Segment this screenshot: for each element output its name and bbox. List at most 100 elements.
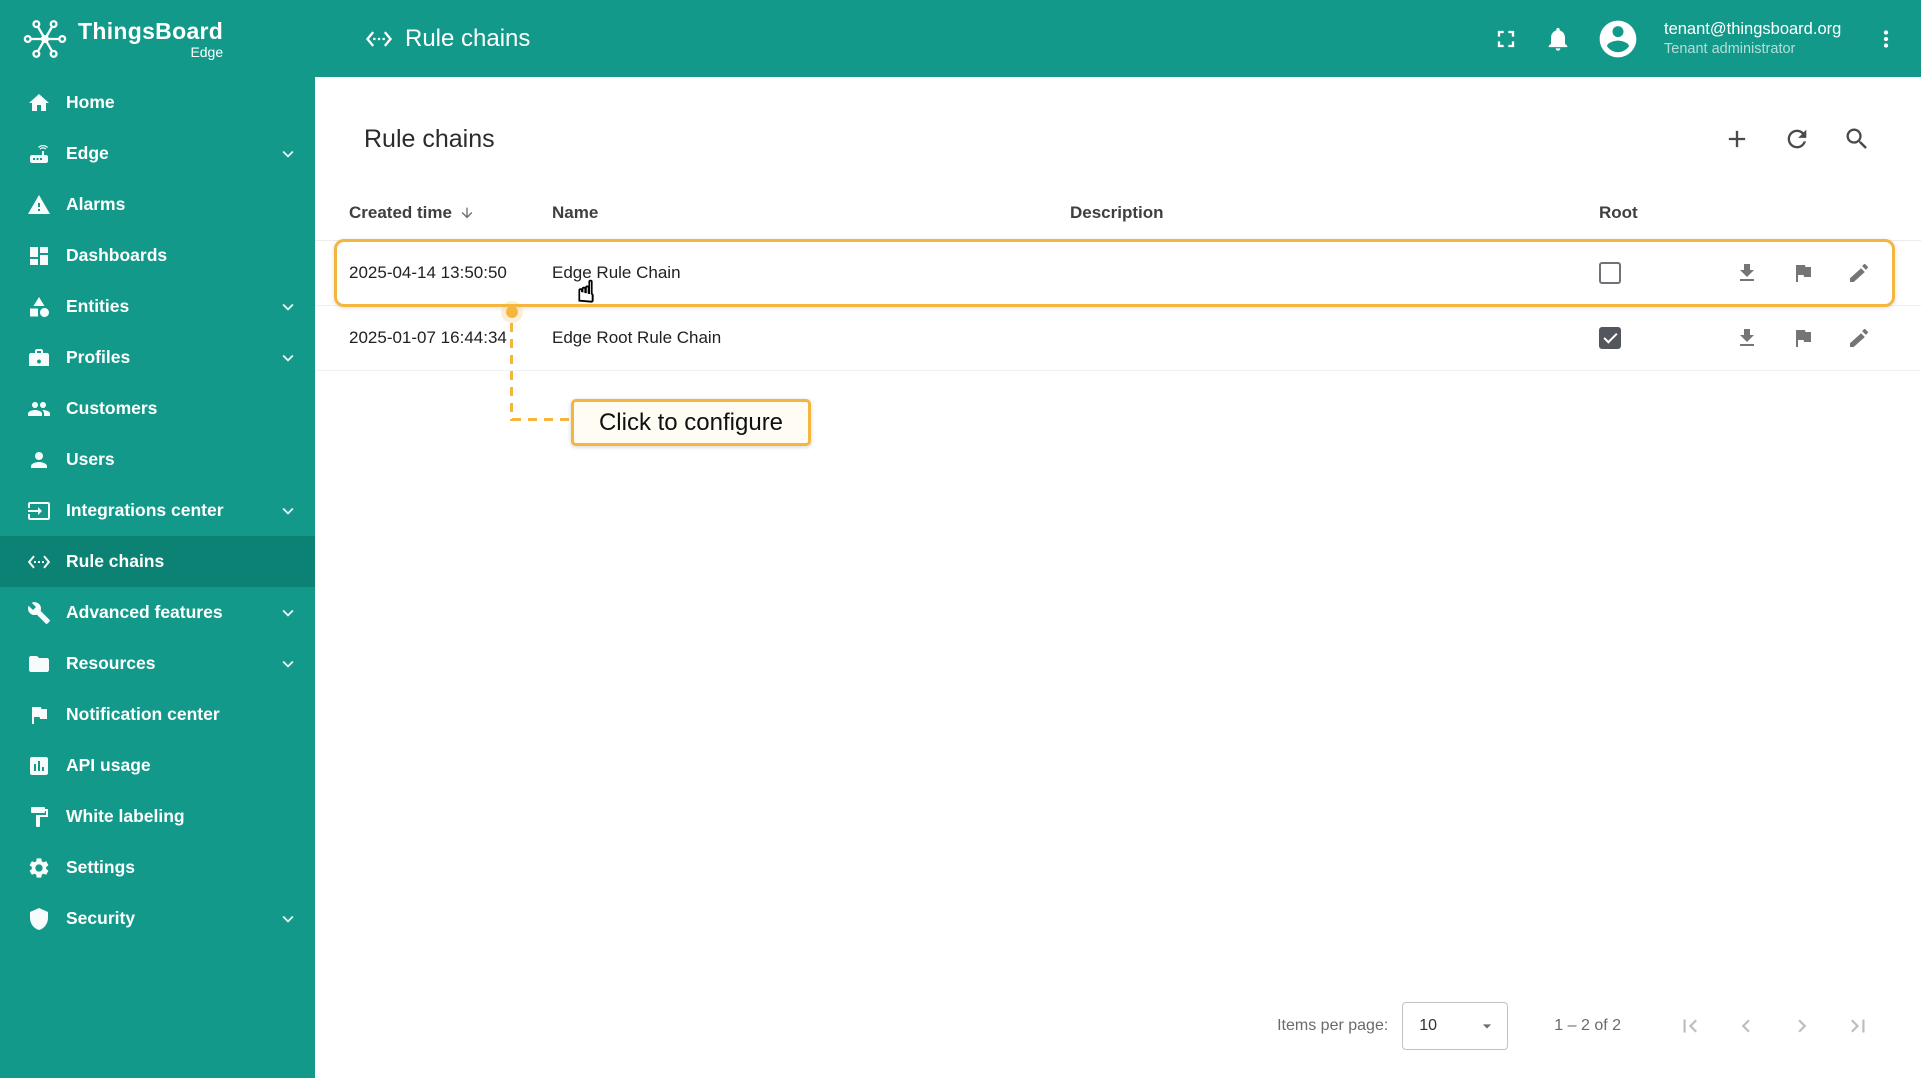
plus-icon bbox=[1723, 125, 1751, 153]
sidebar-item-users[interactable]: Users bbox=[0, 434, 315, 485]
thingsboard-logo-icon bbox=[22, 16, 68, 62]
sidebar-item-advanced-features[interactable]: Advanced features bbox=[0, 587, 315, 638]
sidebar-item-security[interactable]: Security bbox=[0, 893, 315, 944]
chevron-down-icon bbox=[277, 653, 299, 675]
chevron-left-icon bbox=[1733, 1013, 1759, 1039]
refresh-button[interactable] bbox=[1783, 125, 1811, 153]
column-label: Name bbox=[552, 202, 599, 222]
sidebar-item-label: White labeling bbox=[66, 806, 185, 826]
column-label: Description bbox=[1070, 202, 1164, 222]
first-page-icon bbox=[1677, 1013, 1703, 1039]
card-header: Rule chains bbox=[315, 115, 1921, 163]
last-page-icon bbox=[1845, 1013, 1871, 1039]
sidebar-item-dashboards[interactable]: Dashboards bbox=[0, 230, 315, 281]
next-page-button[interactable] bbox=[1789, 1013, 1815, 1039]
sidebar-item-label: Security bbox=[66, 908, 136, 928]
notifications-button[interactable] bbox=[1544, 25, 1572, 53]
chevron-down-icon bbox=[277, 500, 299, 522]
brand-text: ThingsBoard Edge bbox=[78, 18, 223, 60]
sidebar-item-home[interactable]: Home bbox=[0, 77, 315, 128]
sidebar-item-settings[interactable]: Settings bbox=[0, 842, 315, 893]
annotation-callout: Click to configure bbox=[571, 399, 811, 446]
customers-icon bbox=[27, 397, 51, 421]
set-root-button[interactable] bbox=[1791, 326, 1815, 350]
root-checkbox[interactable] bbox=[1599, 327, 1621, 349]
sidebar-item-label: API usage bbox=[66, 755, 151, 775]
alarms-icon bbox=[27, 193, 51, 217]
edit-pencil-icon bbox=[1847, 326, 1871, 350]
sidebar-item-alarms[interactable]: Alarms bbox=[0, 179, 315, 230]
sidebar-item-profiles[interactable]: Profiles bbox=[0, 332, 315, 383]
table-row-edge-rule-chain[interactable]: 2025-04-14 13:50:50 Edge Rule Chain bbox=[315, 239, 1921, 307]
sidebar-item-label: Advanced features bbox=[66, 602, 223, 622]
sidebar-item-rule-chains[interactable]: Rule chains bbox=[0, 536, 315, 587]
column-header-name[interactable]: Name bbox=[552, 203, 1070, 223]
download-icon bbox=[1735, 326, 1759, 350]
column-label: Root bbox=[1599, 202, 1638, 222]
column-header-root[interactable]: Root bbox=[1599, 203, 1725, 223]
white-labeling-icon bbox=[27, 805, 51, 829]
set-root-button[interactable] bbox=[1791, 261, 1815, 285]
rule-chains-table: Created time Name Description Root 2025-… bbox=[315, 185, 1921, 371]
edit-rule-chain-button[interactable] bbox=[1847, 326, 1871, 350]
refresh-icon bbox=[1783, 125, 1811, 153]
items-per-page-value: 10 bbox=[1419, 1017, 1438, 1034]
page-title-group: Rule chains bbox=[365, 25, 530, 53]
name-cell: Edge Rule Chain bbox=[552, 263, 681, 282]
add-rule-chain-button[interactable] bbox=[1723, 125, 1751, 153]
topbar-actions: tenant@thingsboard.org Tenant administra… bbox=[1492, 17, 1921, 61]
last-page-button[interactable] bbox=[1845, 1013, 1871, 1039]
edit-pencil-icon bbox=[1847, 261, 1871, 285]
search-button[interactable] bbox=[1843, 125, 1871, 153]
bell-icon bbox=[1544, 25, 1572, 53]
column-header-description[interactable]: Description bbox=[1070, 203, 1599, 223]
sidebar-item-label: Edge bbox=[66, 143, 109, 163]
sidebar-item-label: Profiles bbox=[66, 347, 131, 367]
flag-icon bbox=[1791, 261, 1815, 285]
column-label: Created time bbox=[349, 202, 452, 222]
resources-icon bbox=[27, 652, 51, 676]
sidebar-item-label: Settings bbox=[66, 857, 136, 877]
previous-page-button[interactable] bbox=[1733, 1013, 1759, 1039]
sidebar-item-label: Users bbox=[66, 449, 115, 469]
sidebar-item-label: Rule chains bbox=[66, 551, 165, 571]
main-content: Rule chains Created time Name Descriptio… bbox=[315, 77, 1921, 1078]
more-menu-button[interactable] bbox=[1873, 26, 1899, 52]
more-vert-icon bbox=[1873, 26, 1899, 52]
download-icon bbox=[1735, 261, 1759, 285]
dashboards-icon bbox=[27, 244, 51, 268]
sidebar-item-customers[interactable]: Customers bbox=[0, 383, 315, 434]
table-row-edge-root-rule-chain[interactable]: 2025-01-07 16:44:34 Edge Root Rule Chain bbox=[315, 306, 1921, 371]
sidebar-item-label: Integrations center bbox=[66, 500, 224, 520]
edge-icon bbox=[27, 142, 51, 166]
items-per-page-select[interactable]: 10 bbox=[1402, 1002, 1509, 1050]
sidebar-item-integrations-center[interactable]: Integrations center bbox=[0, 485, 315, 536]
sidebar-item-notification-center[interactable]: Notification center bbox=[0, 689, 315, 740]
sidebar-item-entities[interactable]: Entities bbox=[0, 281, 315, 332]
first-page-button[interactable] bbox=[1677, 1013, 1703, 1039]
entities-icon bbox=[27, 295, 51, 319]
flag-icon bbox=[1791, 326, 1815, 350]
column-header-created-time[interactable]: Created time bbox=[349, 203, 552, 223]
sidebar-item-resources[interactable]: Resources bbox=[0, 638, 315, 689]
user-avatar[interactable] bbox=[1596, 17, 1640, 61]
root-checkbox[interactable] bbox=[1599, 262, 1621, 284]
sidebar-item-label: Home bbox=[66, 92, 115, 112]
items-per-page-label: Items per page: bbox=[1277, 1017, 1389, 1034]
chevron-down-icon bbox=[277, 296, 299, 318]
export-rule-chain-button[interactable] bbox=[1735, 326, 1759, 350]
notification-center-icon bbox=[27, 703, 51, 727]
profiles-icon bbox=[27, 346, 51, 370]
integrations-icon bbox=[27, 499, 51, 523]
sidebar-item-api-usage[interactable]: API usage bbox=[0, 740, 315, 791]
export-rule-chain-button[interactable] bbox=[1735, 261, 1759, 285]
sidebar-item-label: Customers bbox=[66, 398, 158, 418]
user-role: Tenant administrator bbox=[1664, 40, 1796, 57]
created-time-cell: 2025-01-07 16:44:34 bbox=[349, 328, 507, 347]
sidebar-item-label: Dashboards bbox=[66, 245, 168, 265]
chevron-down-icon bbox=[277, 143, 299, 165]
sidebar-item-edge[interactable]: Edge bbox=[0, 128, 315, 179]
edit-rule-chain-button[interactable] bbox=[1847, 261, 1871, 285]
sidebar-item-white-labeling[interactable]: White labeling bbox=[0, 791, 315, 842]
fullscreen-button[interactable] bbox=[1492, 25, 1520, 53]
